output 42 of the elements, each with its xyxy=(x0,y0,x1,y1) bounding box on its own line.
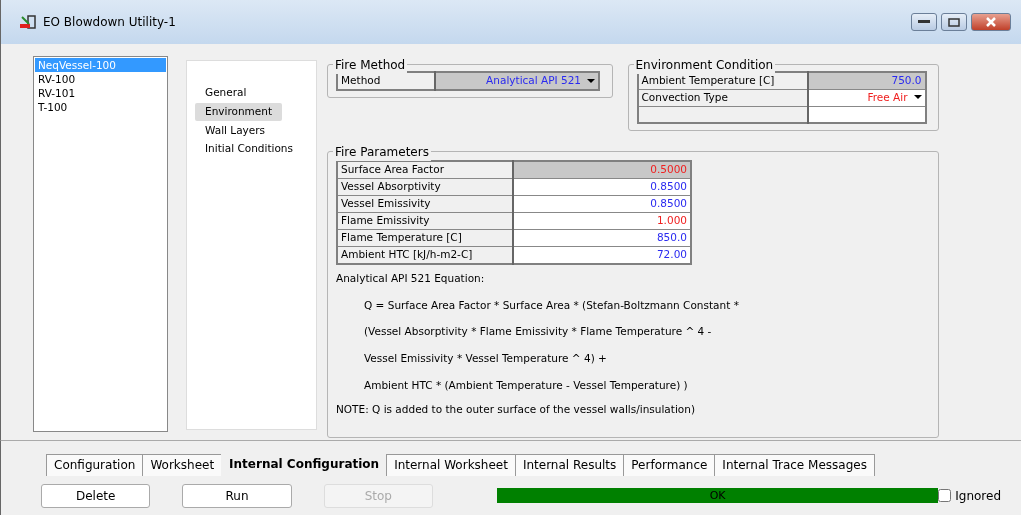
group-title: Environment Condition xyxy=(633,56,776,74)
section-item[interactable]: Environment xyxy=(195,102,283,121)
ignored-checkbox[interactable] xyxy=(938,489,952,502)
field-label: Surface Area Factor xyxy=(337,161,513,179)
tab[interactable]: Internal Trace Messages xyxy=(714,454,875,476)
equation-heading: Analytical API 521 Equation: xyxy=(336,270,486,286)
maximize-icon xyxy=(948,17,960,27)
checkbox-label: Ignored xyxy=(955,487,1001,505)
equation-line: Vessel Emissivity * Vessel Temperature ^ 4) + xyxy=(364,351,608,366)
field-label: Ambient Temperature [C] xyxy=(637,72,808,90)
field-label: Method xyxy=(337,72,435,90)
run-button[interactable]: Run xyxy=(182,483,292,508)
note-text: NOTE: Q is added to the outer surface of the vessel walls/insulation) xyxy=(336,401,696,417)
delete-button[interactable]: Delete xyxy=(41,483,151,508)
vessel-item[interactable]: RV-100 xyxy=(35,72,166,86)
maximize-button[interactable] xyxy=(941,13,967,31)
equation-line: Ambient HTC * (Ambient Temperature - Vessel Temperature) ) xyxy=(364,377,689,393)
minimize-button[interactable] xyxy=(911,13,937,31)
vessel-item[interactable]: T-100 xyxy=(35,100,166,114)
group-title: Fire Parameters xyxy=(333,143,431,162)
dropdown-caret-icon[interactable] xyxy=(587,78,595,84)
tab[interactable]: Internal Results xyxy=(514,454,625,476)
app-icon xyxy=(19,14,37,30)
field-value[interactable]: 750.0 xyxy=(807,72,926,90)
tab[interactable]: Performance xyxy=(623,454,716,476)
equation-line: Q = Surface Area Factor * Surface Area * (Stefan-Boltzmann Constant * xyxy=(364,297,740,313)
window-title: EO Blowdown Utility-1 xyxy=(43,14,176,31)
close-button[interactable] xyxy=(971,13,1011,31)
dropdown-caret-icon[interactable] xyxy=(913,95,922,101)
group-title: Fire Method xyxy=(333,56,408,74)
equation-line: (Vessel Absorptivity * Flame Emissivity * Flame Temperature ^ 4 - xyxy=(364,324,713,340)
tab[interactable]: Configuration xyxy=(46,454,144,476)
field-value[interactable]: Analytical API 521 xyxy=(435,72,599,90)
minimize-icon xyxy=(918,20,930,24)
section-item[interactable]: Initial Conditions xyxy=(195,140,303,158)
close-icon xyxy=(985,17,997,27)
tab[interactable]: Worksheet xyxy=(142,454,223,476)
vessel-item[interactable]: RV-101 xyxy=(35,86,166,100)
status-text: OK xyxy=(708,488,727,503)
section-item[interactable]: Wall Layers xyxy=(195,121,276,140)
section-item[interactable]: General xyxy=(195,84,257,102)
tab[interactable]: Internal Worksheet xyxy=(386,454,516,476)
